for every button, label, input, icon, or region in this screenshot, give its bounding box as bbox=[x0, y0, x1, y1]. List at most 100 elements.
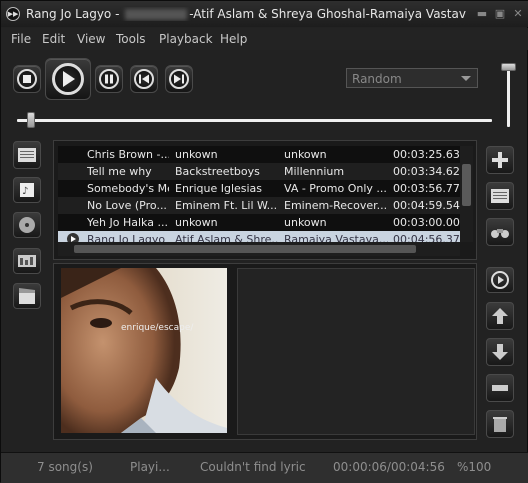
menu-view[interactable]: View bbox=[77, 32, 105, 46]
menu-tools[interactable]: Tools bbox=[116, 32, 146, 46]
music-document-icon: ♪ bbox=[20, 183, 34, 197]
equalizer-icon bbox=[18, 255, 36, 267]
playlist-cell-album: Eminem-Recover... bbox=[284, 199, 388, 212]
seek-slider-thumb[interactable] bbox=[26, 112, 35, 128]
playlist-table[interactable]: Chris Brown -... unkown unkown 00:03:25.632… bbox=[58, 146, 460, 242]
binoculars-icon bbox=[491, 229, 509, 238]
playlist-cell-title: Rang Jo Lagyo bbox=[87, 233, 166, 242]
playlist-row[interactable]: Chris Brown -... unkown unkown 00:03:25.632 bbox=[58, 146, 460, 163]
menu-edit[interactable]: Edit bbox=[42, 32, 65, 46]
remove-button[interactable] bbox=[486, 374, 514, 402]
album-art-label: enrique/escape/ bbox=[121, 323, 194, 333]
playlist-cell-album: Ramaiya Vastava... bbox=[284, 233, 388, 242]
playlist-row[interactable]: No Love (Pro... Eminem Ft. Lil W... Eminem… bbox=[58, 197, 460, 214]
playlist-row[interactable]: Somebody's Me Enrique Iglesias VA - Promo … bbox=[58, 180, 460, 197]
minimize-button[interactable]: ▬ bbox=[475, 7, 489, 20]
playlist-cell-length: 00:03:34.622 bbox=[393, 165, 460, 178]
playlist-cell-title: Tell me why bbox=[87, 165, 152, 178]
arrow-down-icon bbox=[492, 344, 508, 360]
playlist-cell-album: unkown bbox=[284, 148, 327, 161]
playlist-cell-length: 00:04:56.378 bbox=[393, 233, 460, 242]
app-icon: ▶▶ bbox=[6, 7, 20, 21]
menu-playback[interactable]: Playback bbox=[159, 32, 213, 46]
next-button[interactable] bbox=[165, 65, 193, 93]
album-art: enrique/escape/ bbox=[61, 268, 227, 433]
volume-readout: %100 bbox=[457, 460, 492, 474]
playlist-cell-length: 00:03:56.773 bbox=[393, 182, 460, 195]
recycle-bin-icon bbox=[493, 417, 507, 432]
playlist-cell-title: Yeh Jo Halka ... bbox=[87, 216, 168, 229]
seek-track[interactable] bbox=[17, 119, 492, 122]
volume-track[interactable] bbox=[507, 63, 510, 127]
svg-text:♪: ♪ bbox=[22, 186, 28, 197]
video-view-button[interactable] bbox=[13, 283, 41, 309]
play-button[interactable] bbox=[45, 58, 91, 100]
playlist-cell-artist: unkown bbox=[175, 216, 218, 229]
pause-icon bbox=[105, 74, 113, 84]
chevron-down-icon bbox=[461, 76, 471, 81]
play-selected-button[interactable] bbox=[486, 267, 514, 293]
window-title-right: -Atif Aslam & Shreya Ghoshal-Ramaiya Vas… bbox=[189, 7, 466, 21]
window-title-left: Rang Jo Lagyo - bbox=[26, 7, 124, 21]
add-button[interactable] bbox=[486, 146, 514, 174]
playlist-cell-album: unkown bbox=[284, 216, 327, 229]
minus-icon bbox=[492, 385, 508, 391]
status-bar: 7 song(s) Playi... Couldn't find lyric 0… bbox=[1, 452, 528, 483]
playlist-cell-artist: Enrique Iglesias bbox=[175, 182, 263, 195]
lyrics-view-button[interactable]: ♪ bbox=[13, 177, 41, 203]
playlist-view-button[interactable] bbox=[13, 141, 41, 169]
move-up-button[interactable] bbox=[486, 302, 514, 330]
disc-icon bbox=[19, 217, 35, 233]
playlist-horizontal-scrollbar[interactable] bbox=[58, 242, 460, 256]
lyric-panel bbox=[237, 268, 475, 435]
playlist-cell-album: Millennium bbox=[284, 165, 345, 178]
playlist-cell-artist: unkown bbox=[175, 148, 218, 161]
playlist-cell-artist: Atif Aslam & Shre... bbox=[175, 233, 278, 242]
volume-slider-thumb[interactable] bbox=[501, 63, 516, 72]
plus-icon bbox=[492, 152, 508, 168]
list-icon bbox=[491, 189, 509, 203]
maximize-button[interactable]: ▣ bbox=[493, 7, 507, 20]
clapperboard-icon bbox=[19, 288, 35, 304]
find-button[interactable] bbox=[486, 218, 514, 246]
previous-button[interactable] bbox=[130, 65, 158, 93]
equalizer-view-button[interactable] bbox=[13, 248, 41, 274]
playlist-cell-album: VA - Promo Only ... bbox=[284, 182, 387, 195]
recycle-button[interactable] bbox=[486, 410, 514, 438]
playback-state: Playi... bbox=[130, 460, 170, 474]
playlist-cell-length: 00:03:00.000 bbox=[393, 216, 460, 229]
pause-button[interactable] bbox=[95, 65, 123, 93]
media-player-window: ▶▶ Rang Jo Lagyo - -Atif Aslam & Shreya … bbox=[0, 0, 528, 483]
playlist-cell-title: Chris Brown -... bbox=[87, 148, 169, 161]
playlist-vertical-scrollbar[interactable] bbox=[460, 146, 473, 242]
playback-mode-value: Random bbox=[352, 72, 402, 86]
previous-icon bbox=[139, 74, 149, 84]
menu-help[interactable]: Help bbox=[220, 32, 247, 46]
close-button[interactable]: ✕ bbox=[511, 7, 525, 20]
song-count: 7 song(s) bbox=[37, 460, 93, 474]
album-art-image: enrique/escape/ bbox=[61, 268, 227, 433]
arrow-up-icon bbox=[492, 308, 508, 324]
playlist-button[interactable] bbox=[486, 182, 514, 210]
now-playing-icon bbox=[67, 233, 79, 242]
playlist-cell-title: No Love (Pro... bbox=[87, 199, 167, 212]
playlist-row[interactable]: Tell me why Backstreetboys Millennium 00:03… bbox=[58, 163, 460, 180]
next-icon bbox=[174, 74, 184, 84]
window-title: Rang Jo Lagyo - -Atif Aslam & Shreya Gho… bbox=[26, 7, 466, 21]
playlist-row[interactable]: Rang Jo Lagyo Atif Aslam & Shre... Ramaiya… bbox=[58, 231, 460, 242]
play-circle-icon bbox=[491, 271, 509, 289]
play-icon bbox=[63, 71, 75, 87]
menu-file[interactable]: File bbox=[11, 32, 31, 46]
lyric-status: Couldn't find lyric bbox=[200, 460, 306, 474]
move-down-button[interactable] bbox=[486, 338, 514, 366]
playback-mode-select[interactable]: Random bbox=[346, 68, 478, 88]
title-bar[interactable]: ▶▶ Rang Jo Lagyo - -Atif Aslam & Shreya … bbox=[1, 1, 528, 27]
list-icon bbox=[18, 148, 36, 162]
menu-bar: File Edit View Tools Playback Help bbox=[1, 28, 528, 50]
time-readout: 00:00:06/00:04:56 bbox=[333, 460, 445, 474]
playlist-row[interactable]: Yeh Jo Halka ... unkown unkown 00:03:00.000 bbox=[58, 214, 460, 231]
stop-button[interactable] bbox=[13, 65, 41, 93]
cd-view-button[interactable] bbox=[13, 212, 41, 238]
playlist-cell-artist: Eminem Ft. Lil W... bbox=[175, 199, 278, 212]
stop-icon bbox=[23, 75, 31, 83]
